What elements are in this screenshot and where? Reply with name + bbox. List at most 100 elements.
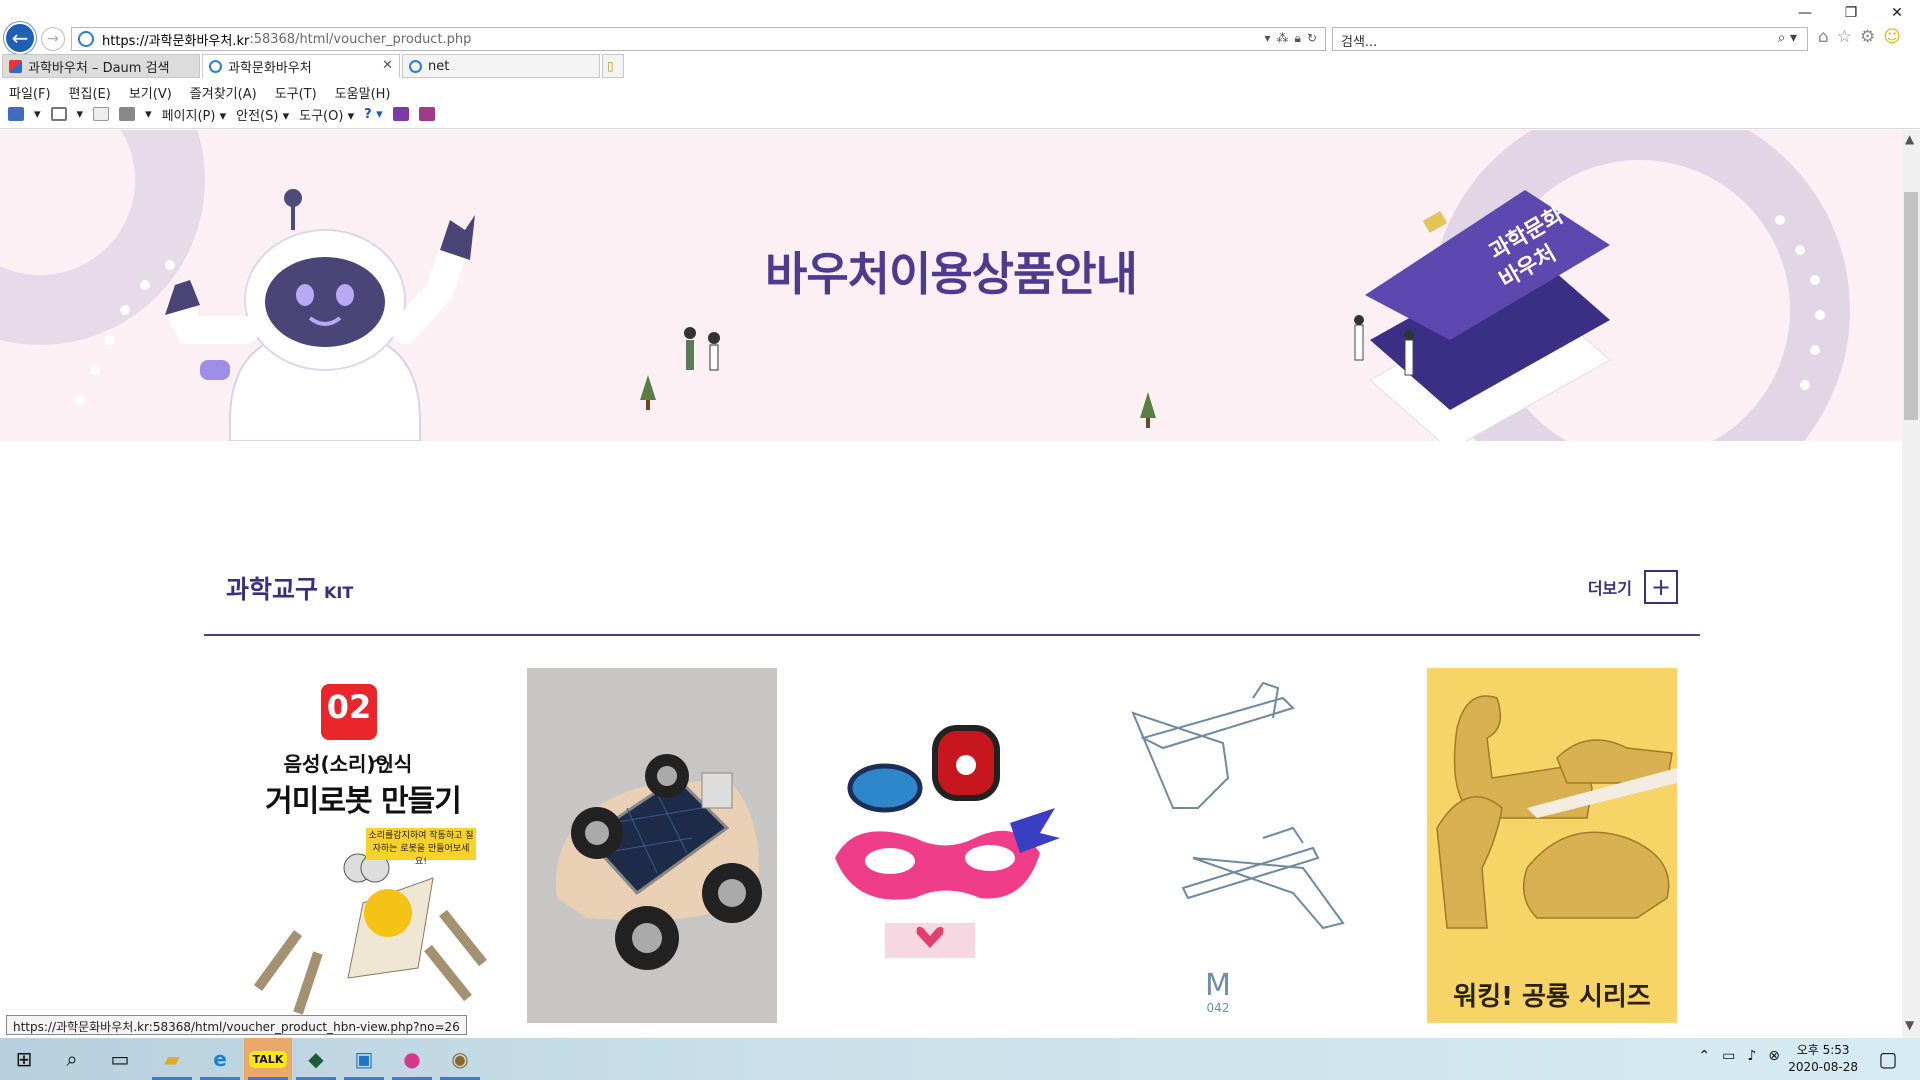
- menu-favorites[interactable]: 즐겨찾기(A): [181, 80, 266, 102]
- dropdown-icon[interactable]: ▾: [34, 107, 41, 122]
- scroll-down-icon[interactable]: ▼: [1905, 1018, 1914, 1032]
- tab-net[interactable]: net: [402, 54, 600, 78]
- product-card[interactable]: 워킹! 공룡 시리즈: [1427, 668, 1677, 1023]
- smiley-icon[interactable]: ☺: [1883, 27, 1901, 47]
- help-icon[interactable]: ? ▾: [364, 107, 383, 122]
- dropdown-icon[interactable]: ▾: [77, 107, 84, 122]
- taskbar-app-owl[interactable]: ◉: [436, 1038, 484, 1080]
- product-brand: M: [1205, 968, 1231, 1003]
- tab-daum-search[interactable]: 과학바우처 – Daum 검색: [2, 54, 200, 78]
- refresh-icon[interactable]: ↻: [1307, 31, 1317, 46]
- url-host: https://과학문화바우처.kr: [102, 33, 250, 49]
- arrow-right-icon: →: [47, 31, 59, 47]
- address-bar[interactable]: https://과학문화바우처.kr:58368/html/voucher_pr…: [71, 27, 1326, 51]
- product-image: [835, 725, 1060, 958]
- lock-icon[interactable]: 🔒︎: [1295, 31, 1301, 46]
- section-title: 과학교구 KIT: [226, 570, 353, 606]
- menu-help[interactable]: 도움말(H): [326, 80, 400, 102]
- section-subtitle: KIT: [324, 583, 354, 602]
- arrow-left-icon: ←: [11, 26, 29, 50]
- menu-file[interactable]: 파일(F): [0, 80, 60, 102]
- robot-illustration: [165, 189, 475, 441]
- status-url-tooltip: https://과학문화바우처.kr:58368/html/voucher_pr…: [6, 1015, 467, 1035]
- product-caption: 워킹! 공룡 시리즈: [1453, 982, 1651, 1012]
- forward-button[interactable]: →: [41, 27, 65, 51]
- addon-icon[interactable]: [418, 107, 435, 121]
- product-card[interactable]: [815, 668, 1065, 1023]
- home-icon[interactable]: ⌂: [1818, 27, 1829, 47]
- safety-menu-label: 안전(S): [236, 108, 279, 124]
- ime-icon[interactable]: ⊗: [1768, 1048, 1780, 1064]
- menu-view[interactable]: 보기(V): [120, 80, 181, 102]
- menu-tools[interactable]: 도구(T): [266, 80, 326, 102]
- new-tab-button[interactable]: ▯: [602, 54, 624, 78]
- safety-menu[interactable]: 안전(S) ▾: [236, 105, 289, 124]
- search-icon: ⌕: [66, 1047, 78, 1071]
- page-menu[interactable]: 페이지(P) ▾: [162, 105, 227, 124]
- task-view-button[interactable]: ▭: [96, 1038, 144, 1080]
- taskbar-kakaotalk[interactable]: TALK: [244, 1038, 292, 1080]
- taskbar-app-blue[interactable]: ▣: [340, 1038, 388, 1080]
- taskbar-app-drop[interactable]: ●: [388, 1038, 436, 1080]
- ie-favicon-icon: [209, 59, 222, 73]
- voucher-cards-illustration: 과학문화 바우처: [1354, 190, 1611, 441]
- network-icon[interactable]: ▭: [1722, 1048, 1735, 1064]
- start-button[interactable]: ⊞: [0, 1038, 48, 1080]
- scroll-thumb[interactable]: [1904, 192, 1918, 420]
- onenote-icon[interactable]: [392, 107, 409, 121]
- favorites-star-icon[interactable]: ☆: [1837, 27, 1852, 47]
- daum-favicon-icon: [9, 59, 22, 73]
- kakaotalk-icon: TALK: [248, 1050, 288, 1068]
- tools-menu[interactable]: 도구(O) ▾: [299, 105, 354, 124]
- compat-icon[interactable]: ⁂: [1277, 31, 1289, 46]
- more-button[interactable]: +: [1644, 570, 1678, 604]
- back-button[interactable]: ←: [4, 22, 36, 54]
- product-card[interactable]: [527, 668, 777, 1023]
- product-image: [1427, 668, 1677, 1023]
- app-blue-icon: ▣: [354, 1047, 374, 1071]
- scroll-up-icon[interactable]: ▲: [1905, 132, 1914, 146]
- print-icon[interactable]: [119, 107, 136, 121]
- product-line1: 음성(소리)인식: [283, 752, 413, 776]
- home-cmd-icon[interactable]: [8, 107, 24, 121]
- menu-edit[interactable]: 편집(E): [60, 80, 120, 102]
- tab-strip: 과학바우처 – Daum 검색 과학문화바우처 ✕ net ▯: [0, 54, 1920, 78]
- clock[interactable]: 오후 5:53 2020-08-28: [1788, 1042, 1858, 1076]
- taskbar-search[interactable]: ⌕: [48, 1038, 96, 1080]
- app-drop-icon: ●: [403, 1047, 421, 1071]
- product-bubble: 소리를감지하여 작동하고 질자하는 로봇을 만들어보세요!: [368, 831, 474, 867]
- window-controls: — ❐ ✕: [1782, 0, 1920, 26]
- volume-icon[interactable]: ♪: [1747, 1048, 1756, 1064]
- minimize-icon[interactable]: —: [1782, 0, 1828, 26]
- dropdown-icon[interactable]: ▾: [1265, 31, 1271, 46]
- search-input[interactable]: 검색... ⌕ ▾: [1332, 27, 1808, 51]
- product-card[interactable]: M 042: [1103, 668, 1353, 1023]
- mail-icon[interactable]: [93, 107, 110, 121]
- close-tab-icon[interactable]: ✕: [382, 58, 393, 73]
- restore-icon[interactable]: ❐: [1828, 0, 1874, 26]
- ie-favicon-icon: [409, 59, 422, 73]
- taskbar-app-diamond[interactable]: ◆: [292, 1038, 340, 1080]
- chevron-up-icon[interactable]: ⌃: [1698, 1048, 1710, 1064]
- owl-icon: ◉: [451, 1047, 469, 1071]
- feeds-icon[interactable]: [50, 107, 67, 121]
- taskbar-ie[interactable]: e: [196, 1038, 244, 1080]
- taskbar-explorer[interactable]: ▰: [148, 1038, 196, 1080]
- search-icon[interactable]: ⌕ ▾: [1778, 30, 1797, 46]
- close-window-icon[interactable]: ✕: [1874, 0, 1920, 26]
- system-tray: ⌃ ▭ ♪ ⊗: [1698, 1048, 1780, 1064]
- notification-icon: ▢: [1878, 1047, 1898, 1071]
- hero-banner: 과학문화 바우처 바우처이용상품안내: [0, 130, 1902, 441]
- settings-gear-icon[interactable]: ⚙: [1860, 27, 1875, 47]
- dropdown-icon[interactable]: ▾: [145, 107, 152, 122]
- windows-icon: ⊞: [15, 1047, 33, 1071]
- vertical-scrollbar[interactable]: ▲ ▼: [1902, 130, 1920, 1038]
- page-menu-label: 페이지(P): [161, 108, 216, 124]
- app-diamond-icon: ◆: [308, 1047, 324, 1071]
- url-path: :58368/html/voucher_product.php: [249, 31, 472, 47]
- section-title-text: 과학교구: [226, 575, 319, 604]
- notifications-button[interactable]: ▢: [1864, 1038, 1912, 1080]
- tab-voucher[interactable]: 과학문화바우처 ✕: [202, 54, 400, 78]
- more-link[interactable]: 더보기 +: [1588, 570, 1678, 604]
- product-card[interactable]: 02 음성(소리)인식 거미로봇 만들기 소리를감지하여 작동하고 질자하는 로…: [238, 668, 488, 1023]
